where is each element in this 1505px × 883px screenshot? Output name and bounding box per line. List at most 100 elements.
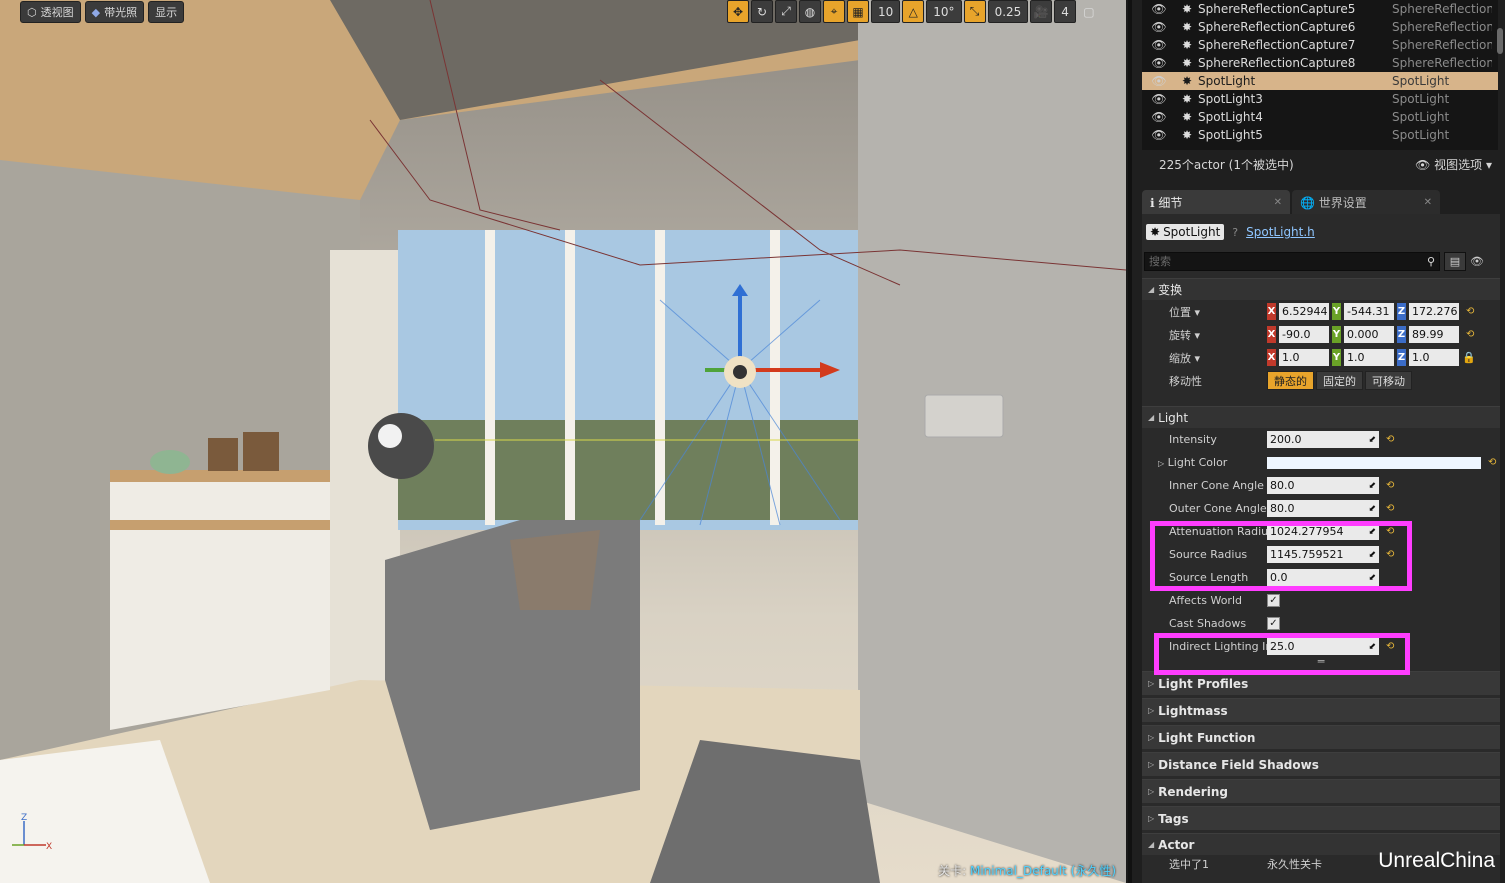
collapsed-triangle-icon: ▷	[1148, 733, 1155, 742]
world-space-icon[interactable]: ◍	[799, 0, 821, 23]
visibility-eye-icon[interactable]: 👁	[1142, 128, 1176, 142]
panel-tabs: ℹ 细节 ✕ 🌐 世界设置 ✕	[1142, 190, 1440, 214]
scale-x[interactable]: 1.0	[1279, 349, 1329, 366]
location-x[interactable]: 6.52944	[1279, 303, 1329, 320]
visibility-eye-icon[interactable]: 👁	[1142, 92, 1176, 106]
outliner-row[interactable]: 👁 ✸ SpotLight5 SpotLight	[1142, 126, 1498, 144]
tab-world-settings[interactable]: 🌐 世界设置 ✕	[1292, 190, 1440, 214]
actor-type-icon: ✸	[1181, 110, 1193, 124]
rotation-z[interactable]: 89.99	[1409, 326, 1459, 343]
camera-speed-value[interactable]: 4	[1054, 0, 1076, 23]
collapsed-category[interactable]: ▷ Light Profiles	[1142, 671, 1500, 695]
scale-snap-icon[interactable]: ⤡	[963, 0, 986, 23]
rotation-x[interactable]: -90.0	[1279, 326, 1329, 343]
attenuation-radius-field[interactable]: 1024.277954 ⬋	[1267, 523, 1379, 540]
outliner-row[interactable]: 👁 ✸ SphereReflectionCapture5 SphereReflecti…	[1142, 0, 1498, 18]
source-radius-value: 1145.759521	[1270, 548, 1344, 561]
show-button[interactable]: 显示	[148, 1, 185, 23]
collapsed-category[interactable]: ▷ Distance Field Shadows	[1142, 752, 1500, 776]
reset-icon[interactable]: ⟲	[1386, 434, 1394, 445]
level-viewport[interactable]: ⬡ 透视图 ◆ 带光照 显示 ✥ ↻ ⤢ ◍ ⌖ ▦ 10 △ 10° ⤡ 0.…	[0, 0, 1126, 883]
reset-icon[interactable]: ⟲	[1466, 329, 1474, 340]
tab-details[interactable]: ℹ 细节 ✕	[1142, 190, 1290, 214]
indirect-lighting-field[interactable]: 25.0 ⬋	[1267, 638, 1379, 655]
outliner-row[interactable]: 👁 ✸ SpotLight4 SpotLight	[1142, 108, 1498, 126]
outliner-actor-type: SpotLight	[1392, 110, 1450, 124]
visibility-eye-icon[interactable]: 👁	[1142, 38, 1176, 52]
rotate-snap-value[interactable]: 10°	[926, 0, 962, 23]
affects-world-label: Affects World	[1169, 594, 1242, 607]
scale-z[interactable]: 1.0	[1409, 349, 1459, 366]
light-category[interactable]: ◢ Light	[1142, 406, 1500, 428]
scale-y[interactable]: 1.0	[1344, 349, 1394, 366]
reset-icon[interactable]: ⟲	[1466, 306, 1474, 317]
grid-snap-icon[interactable]: ▦	[847, 0, 869, 23]
collapsed-category[interactable]: ▷ Lightmass	[1142, 698, 1500, 722]
location-z[interactable]: 172.276	[1409, 303, 1459, 320]
reset-icon[interactable]: ⟲	[1386, 641, 1394, 652]
visibility-eye-icon[interactable]: 👁	[1142, 20, 1176, 34]
spotlight-icon: ✸	[1150, 225, 1161, 239]
translate-mode-icon[interactable]: ✥	[727, 0, 749, 23]
visibility-eye-icon[interactable]: 👁	[1142, 110, 1176, 124]
outliner-row[interactable]: 👁 ✸ SpotLight SpotLight	[1142, 72, 1498, 90]
affects-world-checkbox[interactable]: ✓	[1267, 594, 1280, 607]
camera-speed-icon[interactable]: 🎥	[1030, 0, 1053, 23]
outer-cone-field[interactable]: 80.0 ⬋	[1267, 500, 1379, 517]
collapsed-category[interactable]: ▷ Tags	[1142, 806, 1500, 830]
close-icon[interactable]: ✕	[1424, 197, 1432, 208]
location-y[interactable]: -544.31	[1344, 303, 1394, 320]
world-outliner: 👁 ✸ SphereReflectionCapture5 SphereReflecti…	[1142, 0, 1498, 150]
reset-icon[interactable]: ⟲	[1386, 503, 1394, 514]
outliner-row[interactable]: 👁 ✸ SphereReflectionCapture8 SphereReflecti…	[1142, 54, 1498, 72]
transform-category[interactable]: ◢ 变换	[1142, 278, 1500, 300]
visibility-eye-icon[interactable]: 👁	[1142, 2, 1176, 16]
rotate-mode-icon[interactable]: ↻	[751, 0, 773, 23]
reset-icon[interactable]: ⟲	[1386, 480, 1394, 491]
maximize-viewport-icon[interactable]: ▢	[1078, 0, 1100, 23]
outliner-row[interactable]: 👁 ✸ SphereReflectionCapture6 SphereReflecti…	[1142, 18, 1498, 36]
outliner-row[interactable]: 👁 ✸ SpotLight3 SpotLight	[1142, 90, 1498, 108]
inner-cone-field[interactable]: 80.0 ⬋	[1267, 477, 1379, 494]
view-options-button[interactable]: 👁 视图选项 ▾	[1415, 156, 1492, 173]
reset-icon[interactable]: ⟲	[1488, 457, 1496, 468]
intensity-field[interactable]: 200.0 ⬋	[1267, 431, 1379, 448]
rotation-y[interactable]: 0.000	[1344, 326, 1394, 343]
scale-snap-value[interactable]: 0.25	[987, 0, 1029, 23]
light-color-swatch[interactable]	[1267, 456, 1481, 469]
source-radius-field[interactable]: 1145.759521 ⬋	[1267, 546, 1379, 563]
help-icon[interactable]: ?	[1232, 226, 1238, 239]
advanced-expander-icon[interactable]: ═	[1142, 656, 1500, 668]
visibility-eye-icon[interactable]: 👁	[1142, 74, 1176, 88]
reset-icon[interactable]: ⟲	[1386, 526, 1394, 537]
collapsed-category[interactable]: ▷ Rendering	[1142, 779, 1500, 803]
grid-snap-value[interactable]: 10	[871, 0, 901, 23]
collapsed-category[interactable]: ▷ Light Function	[1142, 725, 1500, 749]
collapsed-triangle-icon: ▷	[1148, 760, 1155, 769]
scale-mode-icon[interactable]: ⤢	[775, 0, 797, 23]
visibility-eye-icon[interactable]: 👁	[1142, 56, 1176, 70]
header-file-link[interactable]: SpotLight.h	[1246, 225, 1315, 239]
details-search-input[interactable]: 搜索 ⚲	[1144, 251, 1440, 271]
close-icon[interactable]: ✕	[1274, 197, 1282, 208]
mobility-static-button[interactable]: 静态的	[1267, 371, 1314, 390]
outer-cone-value: 80.0	[1270, 502, 1295, 515]
reset-icon[interactable]: ⟲	[1386, 549, 1394, 560]
mobility-movable-button[interactable]: 可移动	[1365, 371, 1412, 390]
rotate-snap-icon[interactable]: △	[902, 0, 925, 23]
lock-icon[interactable]: 🔒	[1462, 351, 1476, 364]
outliner-scrollbar[interactable]	[1497, 28, 1503, 54]
perspective-button[interactable]: ⬡ 透视图	[20, 1, 81, 23]
outliner-row[interactable]: 👁 ✸ SphereReflectionCapture7 SphereReflecti…	[1142, 36, 1498, 54]
property-matrix-icon[interactable]: ▤	[1444, 251, 1466, 271]
mobility-stationary-button[interactable]: 固定的	[1316, 371, 1363, 390]
surface-snap-icon[interactable]: ⌖	[823, 0, 845, 23]
source-length-field[interactable]: 0.0 ⬋	[1267, 569, 1379, 586]
search-icon: ⚲	[1426, 254, 1435, 268]
y-axis-badge: Y	[1332, 303, 1341, 320]
lit-button[interactable]: ◆ 带光照	[84, 1, 145, 23]
cast-shadows-checkbox[interactable]: ✓	[1267, 617, 1280, 630]
actor-type-icon: ✸	[1181, 74, 1193, 88]
actor-name-field[interactable]: ✸ SpotLight	[1146, 224, 1225, 240]
eye-icon[interactable]: 👁	[1470, 255, 1484, 268]
